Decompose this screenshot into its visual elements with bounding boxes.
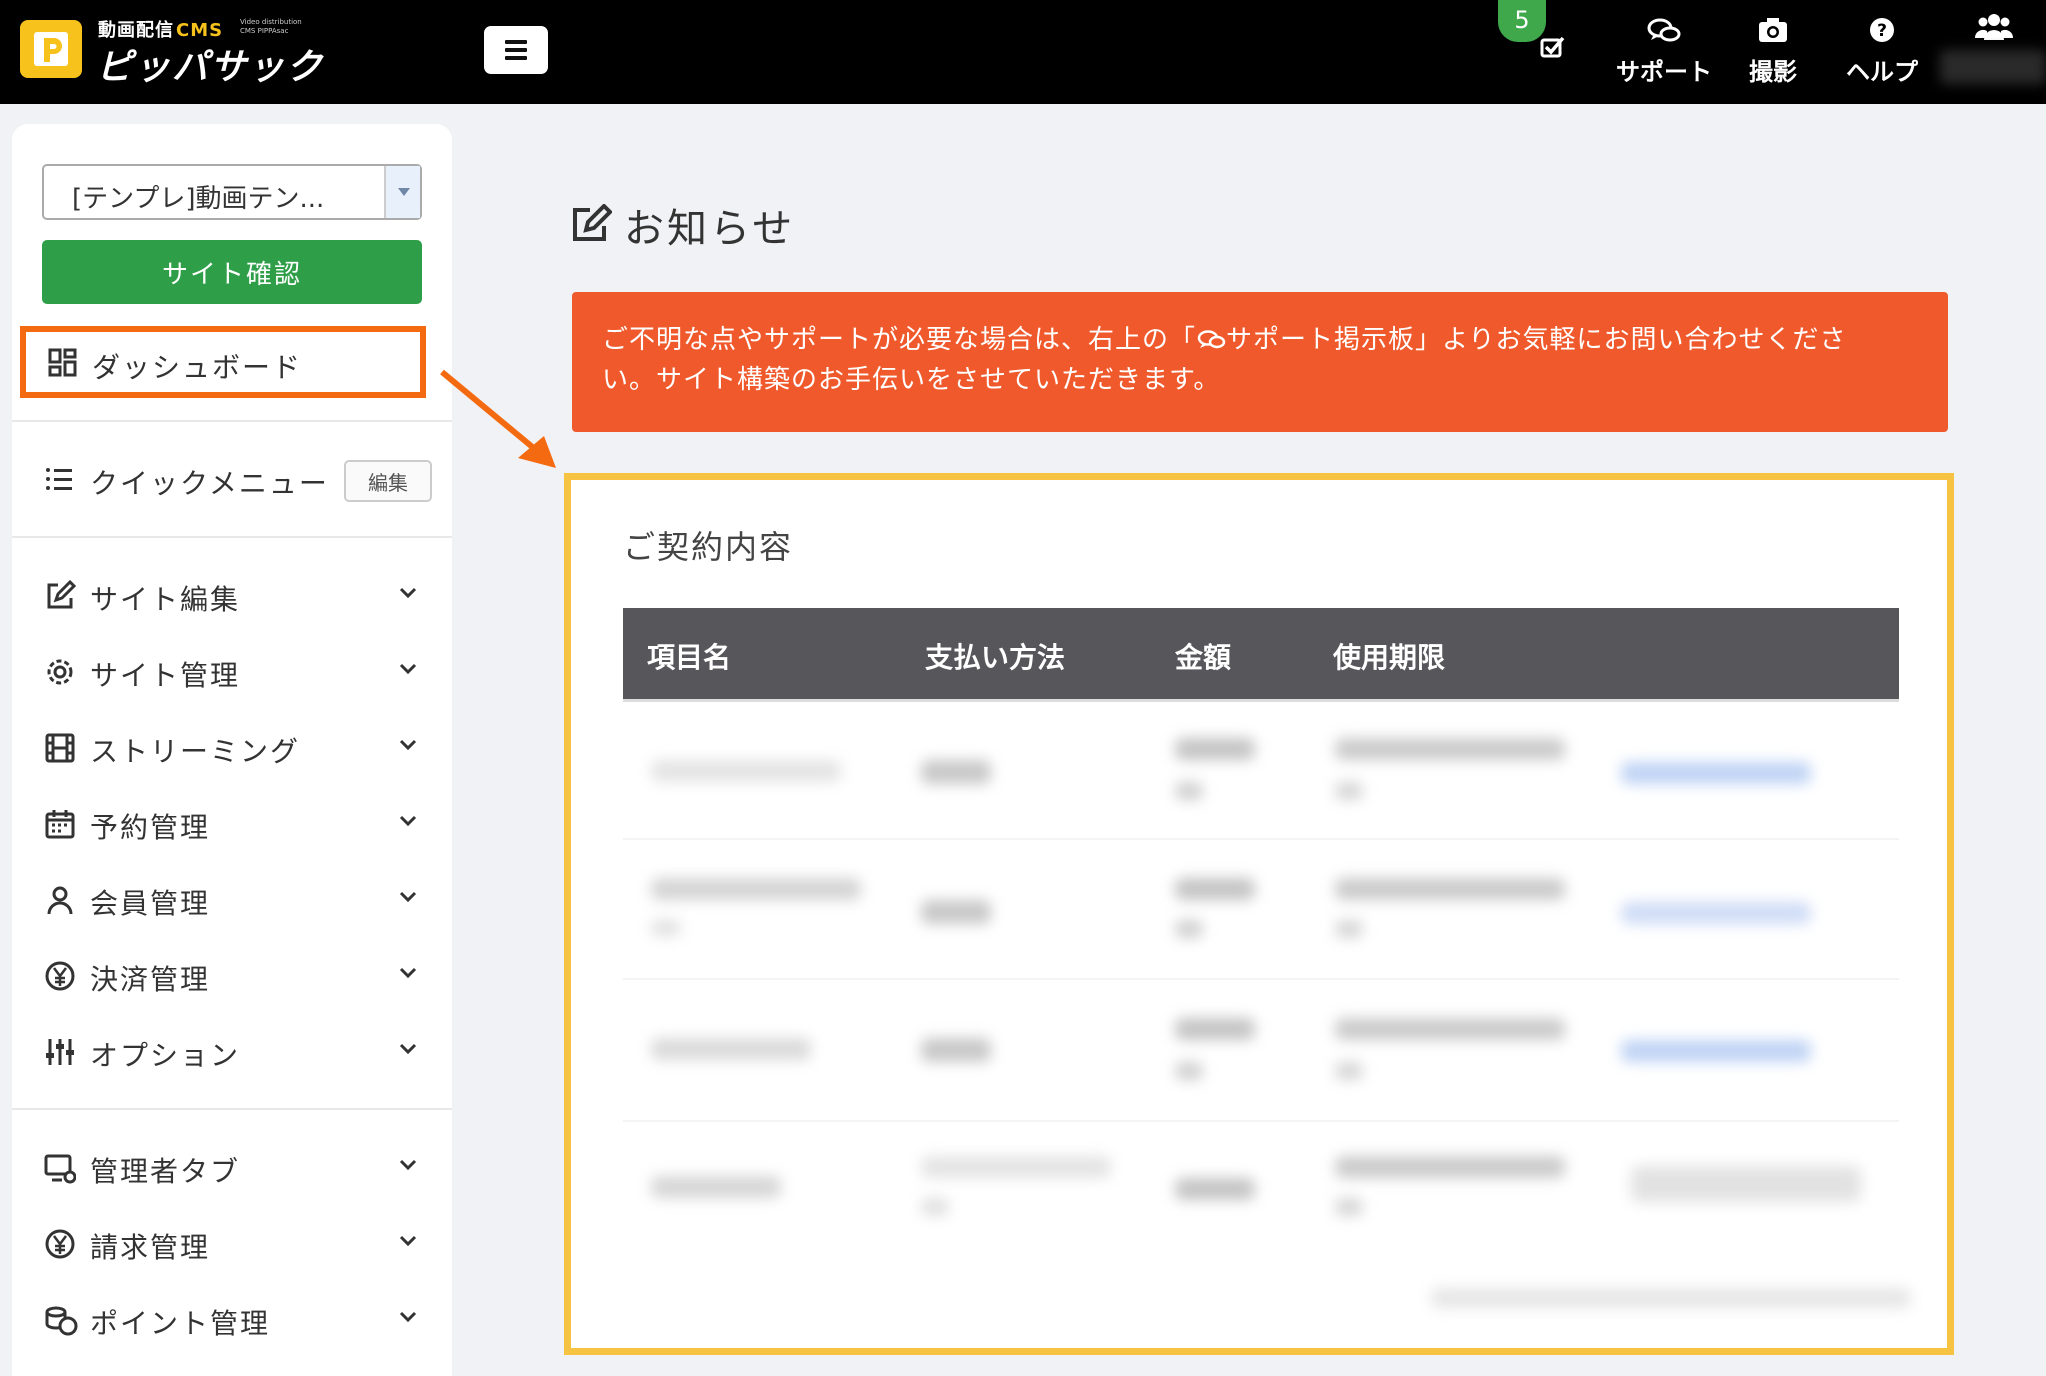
task-check-icon[interactable] (1538, 34, 1568, 60)
notice-banner: ご不明な点やサポートが必要な場合は、右上の「 サポート掲示板」よりお気軽にお問い合… (572, 292, 1948, 432)
column-header: 項目名 (647, 641, 732, 674)
edit-icon (573, 204, 612, 241)
chat-icon (1647, 18, 1681, 42)
chevron-down-icon (399, 967, 417, 979)
site-select[interactable]: [テンプレ]動画テン... (42, 164, 422, 220)
column-header: 支払い方法 (925, 641, 1066, 674)
film-icon (45, 733, 75, 763)
chevron-down-icon (399, 815, 417, 827)
row-divider (623, 838, 1899, 840)
contract-table-header: 項目名 支払い方法 金額 使用期限 (623, 608, 1899, 702)
sidebar-divider (12, 536, 452, 538)
row-divider (623, 978, 1899, 980)
sidebar-divider (12, 1108, 452, 1110)
user-name-blurred[interactable] (1940, 50, 2046, 84)
sidebar-item-dashboard[interactable]: ダッシュボード (20, 326, 426, 398)
list-icon (46, 468, 72, 490)
sidebar-item-billing[interactable]: 請求管理 (12, 1214, 452, 1274)
sidebar-item-admin-tab[interactable]: 管理者タブ (12, 1138, 452, 1198)
app-logo[interactable] (20, 20, 82, 78)
chevron-down-icon (399, 891, 417, 903)
chevron-down-icon (399, 1235, 417, 1247)
chevron-down-icon (399, 739, 417, 751)
users-group-icon[interactable] (1974, 10, 2014, 44)
site-select-value: [テンプレ]動画テン... (72, 184, 325, 214)
sidebar-item-points[interactable]: ポイント管理 (12, 1290, 452, 1350)
chat-icon (1197, 330, 1226, 349)
user-icon (47, 886, 73, 915)
callout-arrow-icon (440, 369, 556, 468)
nav-help[interactable]: ? ヘルプ (1842, 10, 1922, 90)
monitor-gear-icon (44, 1154, 76, 1184)
site-check-button[interactable]: サイト確認 (42, 240, 422, 304)
chevron-down-icon (399, 663, 417, 675)
column-header: 使用期限 (1333, 641, 1446, 674)
camera-icon (1759, 18, 1787, 42)
sidebar-item-reservation[interactable]: 予約管理 (12, 794, 452, 854)
play-logo-icon (34, 32, 68, 66)
chevron-down-icon (399, 1043, 417, 1055)
chevron-down-icon (399, 1311, 417, 1323)
brand-subtitle: Video distribution CMS PIPPAsac (240, 18, 302, 35)
sidebar-item-options[interactable]: オプション (12, 1022, 452, 1082)
top-header: 動画配信 CMS Video distribution CMS PIPPAsac … (0, 0, 2046, 104)
contract-title: ご契約内容 (623, 528, 794, 566)
help-icon: ? (1870, 18, 1894, 42)
sidebar: [テンプレ]動画テン... サイト確認 ダッシュボード クイックメニュー 編集 … (12, 124, 452, 1376)
menu-toggle-button[interactable] (484, 26, 548, 74)
column-header: 金額 (1175, 641, 1232, 674)
chevron-down-icon (399, 587, 417, 599)
edit-icon (47, 580, 76, 609)
sidebar-item-payments[interactable]: 決済管理 (12, 946, 452, 1006)
chevron-down-icon (399, 1159, 417, 1171)
sidebar-item-streaming[interactable]: ストリーミング (12, 718, 452, 778)
gear-icon (47, 659, 73, 685)
sidebar-divider (12, 420, 452, 422)
page-title: お知らせ (624, 206, 796, 252)
contract-panel: ご契約内容 項目名 支払い方法 金額 使用期限 (564, 473, 1954, 1355)
nav-camera[interactable]: 撮影 (1740, 10, 1806, 90)
table-footer-text (1431, 1288, 1911, 1308)
sliders-icon (46, 1039, 74, 1065)
coins-icon (45, 1306, 78, 1336)
quick-menu-edit-button[interactable]: 編集 (344, 460, 432, 502)
sidebar-item-members[interactable]: 会員管理 (12, 870, 452, 930)
brand-name: ピッパサック (96, 47, 325, 88)
row-divider (623, 1120, 1899, 1122)
nav-support[interactable]: サポート (1614, 10, 1714, 90)
sidebar-item-site-edit[interactable]: サイト編集 (12, 566, 452, 626)
yen-icon (45, 1229, 75, 1259)
select-arrow-icon[interactable] (384, 166, 420, 218)
support-board-link[interactable]: サポート掲示板 (1226, 325, 1415, 355)
sidebar-item-site-manage[interactable]: サイト管理 (12, 642, 452, 702)
yen-icon (45, 961, 75, 991)
svg-text:?: ? (1877, 21, 1887, 41)
dashboard-grid-icon (48, 348, 77, 377)
calendar-icon (45, 810, 75, 839)
